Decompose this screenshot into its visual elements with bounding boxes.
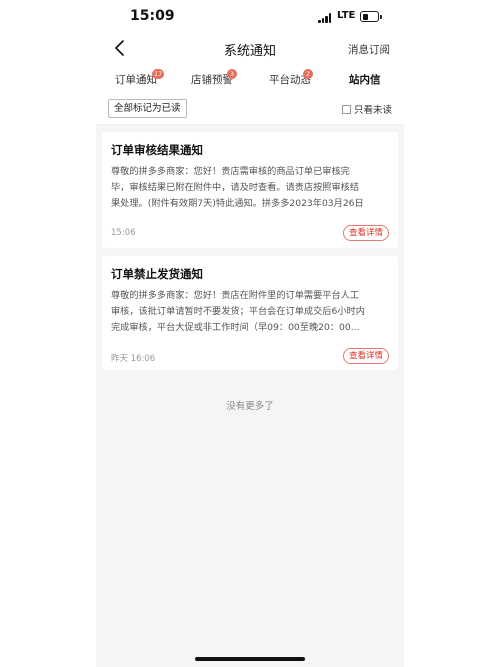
message-title: 订单审核结果通知: [111, 143, 203, 157]
battery-level: [362, 13, 369, 20]
only-unread-label: 只看未读: [353, 105, 392, 116]
home-indicator[interactable]: [195, 657, 305, 661]
message-body-line: 完成审核，平台大促或非工作时间（早09：00至晚20：00...: [111, 322, 360, 333]
phone-screen: 15:09 LTE 系统通知 消息订阅 订单通知 17 店铺预警 3 平台动态 …: [96, 0, 404, 667]
view-details-button[interactable]: 查看详情: [342, 225, 389, 241]
mark-all-read-button[interactable]: 全部标记为已读: [108, 99, 187, 118]
tab-platform-news[interactable]: 平台动态 2: [269, 69, 313, 87]
network-type: LTE: [337, 10, 356, 21]
tab-label: 站内信: [349, 74, 381, 86]
checkbox-icon[interactable]: [341, 105, 351, 114]
message-toolbar: 全部标记为已读 只看未读: [96, 94, 404, 125]
unread-count-badge: 3: [227, 69, 237, 79]
message-time: 15:06: [111, 228, 136, 238]
message-body-line: 毕，审核结果已附在附件中，请及时查看。请贵店按照审核结: [111, 182, 360, 193]
no-more-text: 没有更多了: [226, 401, 274, 412]
navigation-bar: 系统通知 消息订阅: [96, 36, 404, 62]
category-tabs: 订单通知 17 店铺预警 3 平台动态 2 站内信: [96, 62, 404, 94]
message-body: 尊敬的拼多多商家：您好！贵店需审核的商品订单已审核完 毕，审核结果已附在附件中，…: [111, 164, 388, 212]
battery-icon: [360, 11, 382, 22]
message-body-line: 审核，该批订单请暂时不要发货；平台会在订单成交后6小时内: [111, 306, 365, 317]
message-subscription-link[interactable]: 消息订阅: [348, 42, 390, 57]
message-card[interactable]: 订单禁止发货通知 尊敬的拼多多商家：您好！贵店在附件里的订单需要平台人工 审核，…: [102, 256, 398, 370]
message-time: 昨天 16:06: [111, 354, 156, 364]
message-card[interactable]: 订单审核结果通知 尊敬的拼多多商家：您好！贵店需审核的商品订单已审核完 毕，审核…: [102, 132, 398, 248]
status-time: 15:09: [130, 8, 175, 24]
unread-count-badge: 17: [152, 69, 165, 79]
message-body-line: 尊敬的拼多多商家：您好！贵店需审核的商品订单已审核完: [111, 166, 350, 177]
message-body-line: 尊敬的拼多多商家：您好！贵店在附件里的订单需要平台人工: [111, 290, 360, 301]
message-title: 订单禁止发货通知: [111, 267, 203, 281]
message-body-line: 果处理。(附件有效期7天)特此通知。拼多多2023年03月26日: [111, 198, 364, 209]
tab-store-warning[interactable]: 店铺预警 3: [191, 69, 237, 87]
only-unread-filter[interactable]: 只看未读: [341, 102, 392, 116]
message-body: 尊敬的拼多多商家：您好！贵店在附件里的订单需要平台人工 审核，该批订单请暂时不要…: [111, 288, 388, 336]
view-details-button[interactable]: 查看详情: [342, 348, 389, 364]
tab-site-mail[interactable]: 站内信: [349, 72, 381, 87]
cellular-signal-icon: [318, 13, 332, 23]
unread-count-badge: 2: [303, 69, 313, 79]
status-bar: 15:09 LTE: [96, 0, 404, 36]
tab-order-notice[interactable]: 订单通知 17: [115, 69, 165, 87]
tab-label: 订单通知: [115, 74, 157, 86]
